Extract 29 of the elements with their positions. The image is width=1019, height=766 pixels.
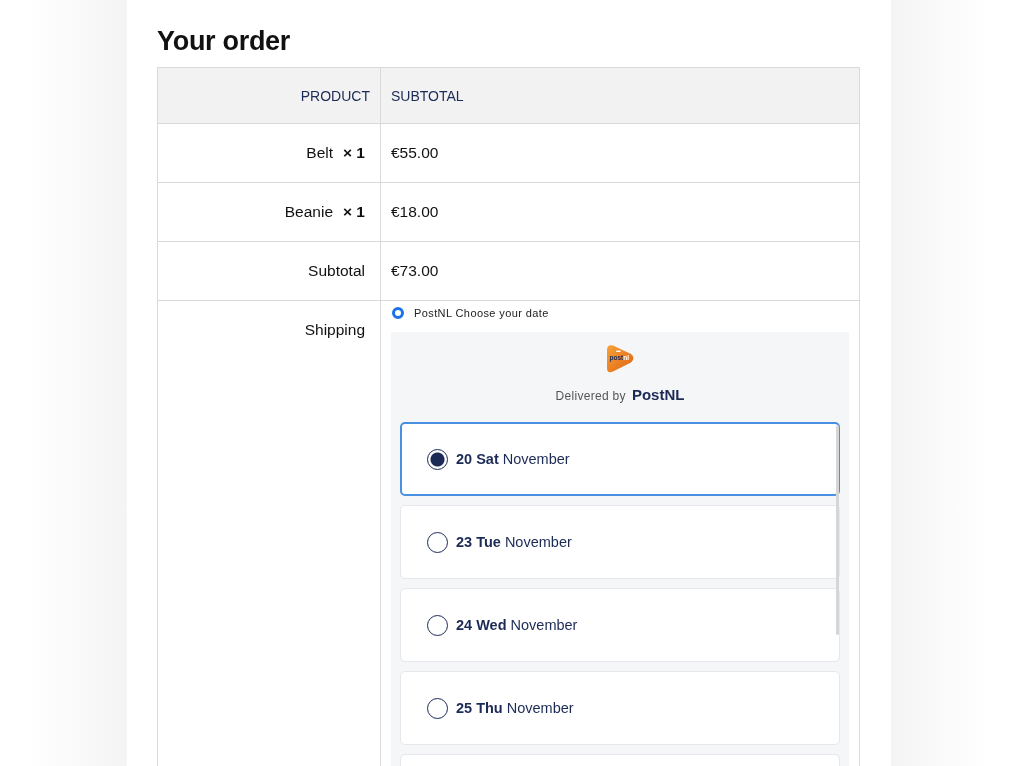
radio-button[interactable] (392, 307, 404, 319)
price-cell: €55.00 (380, 123, 860, 183)
radio-button[interactable] (427, 614, 448, 636)
subtotal-label: Subtotal (157, 241, 381, 301)
page-title: Your order (157, 25, 290, 58)
date-option[interactable]: 23 Tue November (400, 505, 840, 579)
date-label[interactable]: 24 Wed November (456, 617, 578, 633)
radio-button[interactable] (427, 697, 448, 719)
product-name: Beanie (284, 203, 333, 220)
carrier-name: PostNL (631, 386, 685, 403)
delivered-by-text: Delivered by (555, 389, 626, 403)
date-option[interactable]: 20 Sat November (400, 422, 840, 496)
product-name: Belt (306, 144, 333, 161)
date-option[interactable]: 25 Thu November (400, 671, 840, 745)
price-cell: €18.00 (380, 182, 860, 242)
column-header: SUBTOTAL (380, 67, 860, 124)
subtotal-value: €73.00 (380, 241, 860, 301)
column-header: PRODUCT (157, 67, 381, 124)
shipping-label: Shipping (304, 321, 365, 338)
date-label[interactable]: 23 Tue November (456, 534, 572, 550)
radio-button[interactable] (427, 531, 448, 553)
product-quantity: × 1 (343, 203, 365, 220)
date-option[interactable]: 24 Wed November (400, 588, 840, 662)
shipping-method-label[interactable]: PostNL Choose your date (414, 307, 549, 319)
scrollbar-thumb[interactable] (836, 425, 839, 635)
product-quantity: × 1 (343, 144, 365, 161)
radio-button[interactable] (427, 448, 448, 470)
date-label[interactable]: 25 Thu November (456, 700, 574, 716)
date-label[interactable]: 20 Sat November (456, 451, 570, 467)
